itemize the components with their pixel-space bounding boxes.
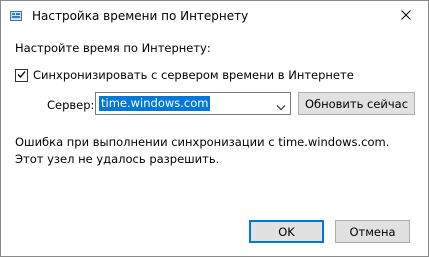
window-title: Настройка времени по Интернету bbox=[32, 9, 249, 23]
checkmark-icon bbox=[17, 68, 26, 82]
dialog-heading: Настройте время по Интернету: bbox=[15, 41, 211, 55]
sync-error-message: Ошибка при выполнении синхронизации с ti… bbox=[15, 135, 390, 166]
cancel-button[interactable]: Отмена bbox=[335, 220, 410, 243]
close-icon bbox=[401, 9, 411, 23]
sync-checkbox[interactable] bbox=[15, 68, 28, 82]
server-input[interactable]: time.windows.com bbox=[99, 96, 211, 111]
update-now-button[interactable]: Обновить сейчас bbox=[298, 92, 415, 115]
sync-option[interactable]: Синхронизировать с сервером времени в Ин… bbox=[15, 68, 354, 82]
server-label: Сервер: bbox=[47, 98, 95, 112]
sync-checkbox-label: Синхронизировать с сервером времени в Ин… bbox=[33, 68, 354, 82]
clock-globe-icon bbox=[10, 10, 22, 22]
ok-button[interactable]: OK bbox=[249, 220, 324, 243]
dialog-window: Настройка времени по Интернету Настройте… bbox=[0, 0, 429, 257]
close-button[interactable] bbox=[384, 1, 428, 31]
title-bar[interactable]: Настройка времени по Интернету bbox=[1, 1, 428, 31]
chevron-down-icon[interactable] bbox=[276, 100, 286, 111]
dialog-content: Настройте время по Интернету: Синхронизи… bbox=[1, 31, 428, 256]
server-combobox[interactable]: time.windows.com bbox=[95, 92, 291, 115]
